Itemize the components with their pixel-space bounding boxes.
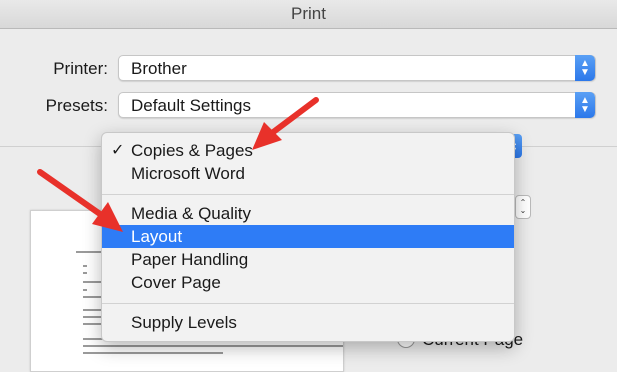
red-arrow-icon bbox=[37, 169, 123, 232]
annotation-arrows bbox=[37, 97, 319, 232]
red-arrow-icon bbox=[252, 97, 319, 150]
